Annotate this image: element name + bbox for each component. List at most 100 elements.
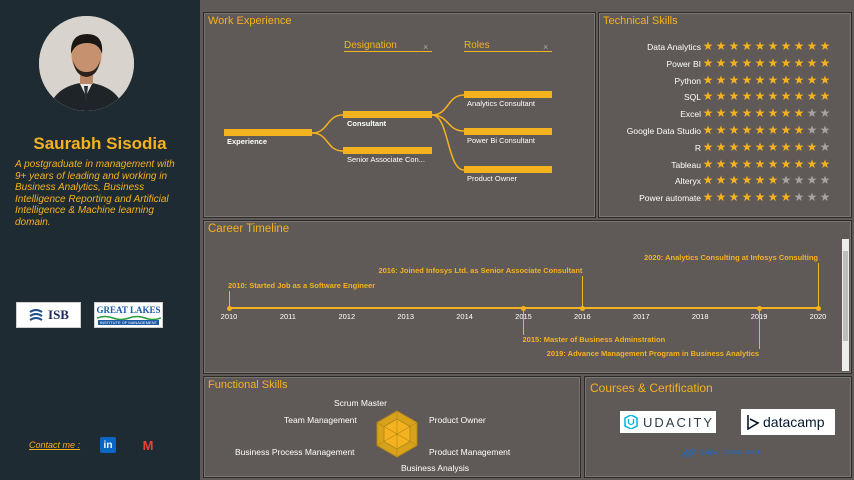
star-empty-icon: ★ (819, 139, 831, 154)
star-filled-icon: ★ (767, 89, 779, 104)
timeline-stem (523, 309, 524, 335)
star-empty-icon: ★ (819, 190, 831, 205)
star-filled-icon: ★ (819, 89, 831, 104)
functional-skills-panel: Functional Skills Scrum Master Product O… (203, 376, 581, 478)
skill-row: Python ★ ★ ★ ★ ★ ★ ★ ★ ★ ★ (599, 72, 853, 89)
role-bar-product-owner[interactable] (464, 166, 552, 173)
safe-stripes-icon (681, 449, 697, 457)
timeline-marker[interactable] (756, 305, 762, 311)
star-filled-icon: ★ (767, 55, 779, 70)
star-filled-icon: ★ (819, 39, 831, 53)
gmail-icon[interactable]: M (140, 437, 156, 453)
great-lakes-logo-subtext: INSTITUTE OF MANAGEMENT (97, 320, 160, 325)
timeline-marker[interactable] (226, 305, 232, 311)
star-filled-icon: ★ (806, 139, 818, 154)
timeline-scrollbar-thumb[interactable] (843, 251, 848, 341)
timeline-marker[interactable] (815, 305, 821, 311)
star-filled-icon: ★ (741, 139, 753, 154)
timeline-stem (228, 291, 230, 307)
star-filled-icon: ★ (780, 72, 792, 87)
star-filled-icon: ★ (793, 106, 805, 121)
star-filled-icon: ★ (702, 173, 714, 188)
functional-skills-title: Functional Skills (208, 379, 288, 391)
star-filled-icon: ★ (702, 139, 714, 154)
star-empty-icon: ★ (793, 190, 805, 205)
star-filled-icon: ★ (702, 55, 714, 70)
timeline-stem (758, 309, 760, 349)
skill-rating: ★ ★ ★ ★ ★ ★ ★ ★ ★ ★ (702, 190, 831, 205)
star-filled-icon: ★ (819, 72, 831, 87)
career-timeline-title: Career Timeline (208, 223, 290, 235)
safe-logo: SAFe SCALED AGILE (681, 449, 761, 457)
timeline-year-label: 2017 (632, 312, 650, 321)
star-filled-icon: ★ (728, 72, 740, 87)
skill-rating: ★ ★ ★ ★ ★ ★ ★ ★ ★ ★ (702, 106, 831, 121)
star-filled-icon: ★ (715, 72, 727, 87)
star-filled-icon: ★ (728, 39, 740, 53)
timeline-year-label: 2012 (338, 312, 356, 321)
star-filled-icon: ★ (754, 106, 766, 121)
star-filled-icon: ★ (780, 55, 792, 70)
star-filled-icon: ★ (754, 72, 766, 87)
star-filled-icon: ★ (702, 190, 714, 205)
profile-bio: A postgraduate in management with 9+ yea… (15, 159, 175, 228)
designation-bar-senior[interactable] (343, 147, 432, 154)
functional-skills-radar (376, 410, 418, 458)
skill-rating: ★ ★ ★ ★ ★ ★ ★ ★ ★ ★ (702, 123, 831, 137)
career-timeline-panel: Career Timeline 2010 2011 2012 2013 2014 2015… (203, 220, 852, 374)
role-label-powerbi: Power Bi Consultant (467, 136, 535, 145)
star-filled-icon: ★ (780, 106, 792, 121)
star-filled-icon: ★ (806, 89, 818, 104)
isb-logo: ISB (16, 302, 81, 328)
timeline-marker[interactable] (521, 305, 526, 311)
star-filled-icon: ★ (754, 173, 766, 188)
skill-rating: ★ ★ ★ ★ ★ ★ ★ ★ ★ ★ (702, 39, 831, 53)
star-filled-icon: ★ (728, 55, 740, 70)
timeline-stem (581, 276, 583, 307)
skill-row: Power BI ★ ★ ★ ★ ★ ★ ★ ★ ★ ★ (599, 55, 853, 72)
role-bar-analytics[interactable] (464, 91, 552, 98)
star-filled-icon: ★ (741, 72, 753, 87)
linkedin-icon[interactable]: in (100, 437, 116, 453)
timeline-event-label: 2020: Analytics Consulting at Infosys Co… (644, 253, 818, 262)
timeline-event-label: 2015: Master of Business Adminstration (522, 335, 666, 344)
star-filled-icon: ★ (728, 139, 740, 154)
profile-photo (39, 16, 134, 111)
timeline-year-label: 2011 (279, 312, 296, 321)
experience-bar[interactable] (224, 129, 312, 136)
profile-sidebar: Saurabh Sisodia A postgraduate in manage… (0, 0, 200, 480)
skill-rating: ★ ★ ★ ★ ★ ★ ★ ★ ★ ★ (702, 89, 831, 104)
star-filled-icon: ★ (806, 55, 818, 70)
skill-row: Excel ★ ★ ★ ★ ★ ★ ★ ★ ★ ★ (599, 106, 853, 122)
star-filled-icon: ★ (793, 39, 805, 53)
great-lakes-logo: GREAT LAKES INSTITUTE OF MANAGEMENT (94, 302, 163, 328)
star-filled-icon: ★ (780, 39, 792, 53)
star-filled-icon: ★ (741, 123, 753, 137)
skill-name: Python (674, 75, 701, 86)
fs-business-analysis: Business Analysis (401, 463, 470, 473)
star-filled-icon: ★ (767, 156, 779, 171)
courses-title: Courses & Certification (590, 381, 713, 395)
designation-bar-consultant[interactable] (343, 111, 432, 118)
role-bar-powerbi[interactable] (464, 128, 552, 135)
skill-row: SQL ★ ★ ★ ★ ★ ★ ★ ★ ★ ★ (599, 89, 853, 105)
skill-rating: ★ ★ ★ ★ ★ ★ ★ ★ ★ ★ (702, 173, 831, 188)
skill-row: Data Analytics ★ ★ ★ ★ ★ ★ ★ ★ ★ ★ (599, 39, 853, 55)
star-filled-icon: ★ (793, 89, 805, 104)
star-filled-icon: ★ (715, 139, 727, 154)
star-empty-icon: ★ (819, 173, 831, 188)
star-empty-icon: ★ (819, 123, 831, 137)
fs-business-process-management: Business Process Management (235, 447, 355, 457)
technical-skills-panel: Technical Skills Data Analytics ★ ★ ★ ★ ★ ★ ★ ★ ★… (598, 12, 852, 218)
star-filled-icon: ★ (754, 39, 766, 53)
timeline-marker[interactable] (579, 305, 585, 311)
timeline-event-label: 2016: Joined Infosys Ltd. as Senior Asso… (378, 266, 583, 275)
star-filled-icon: ★ (767, 173, 779, 188)
skill-name: Excel (680, 109, 701, 120)
star-filled-icon: ★ (702, 106, 714, 121)
star-filled-icon: ★ (754, 139, 766, 154)
timeline-scrollbar[interactable] (842, 239, 849, 371)
datacamp-logo: datacamp (741, 409, 835, 435)
star-filled-icon: ★ (806, 39, 818, 53)
fs-scrum-master: Scrum Master (334, 398, 387, 408)
